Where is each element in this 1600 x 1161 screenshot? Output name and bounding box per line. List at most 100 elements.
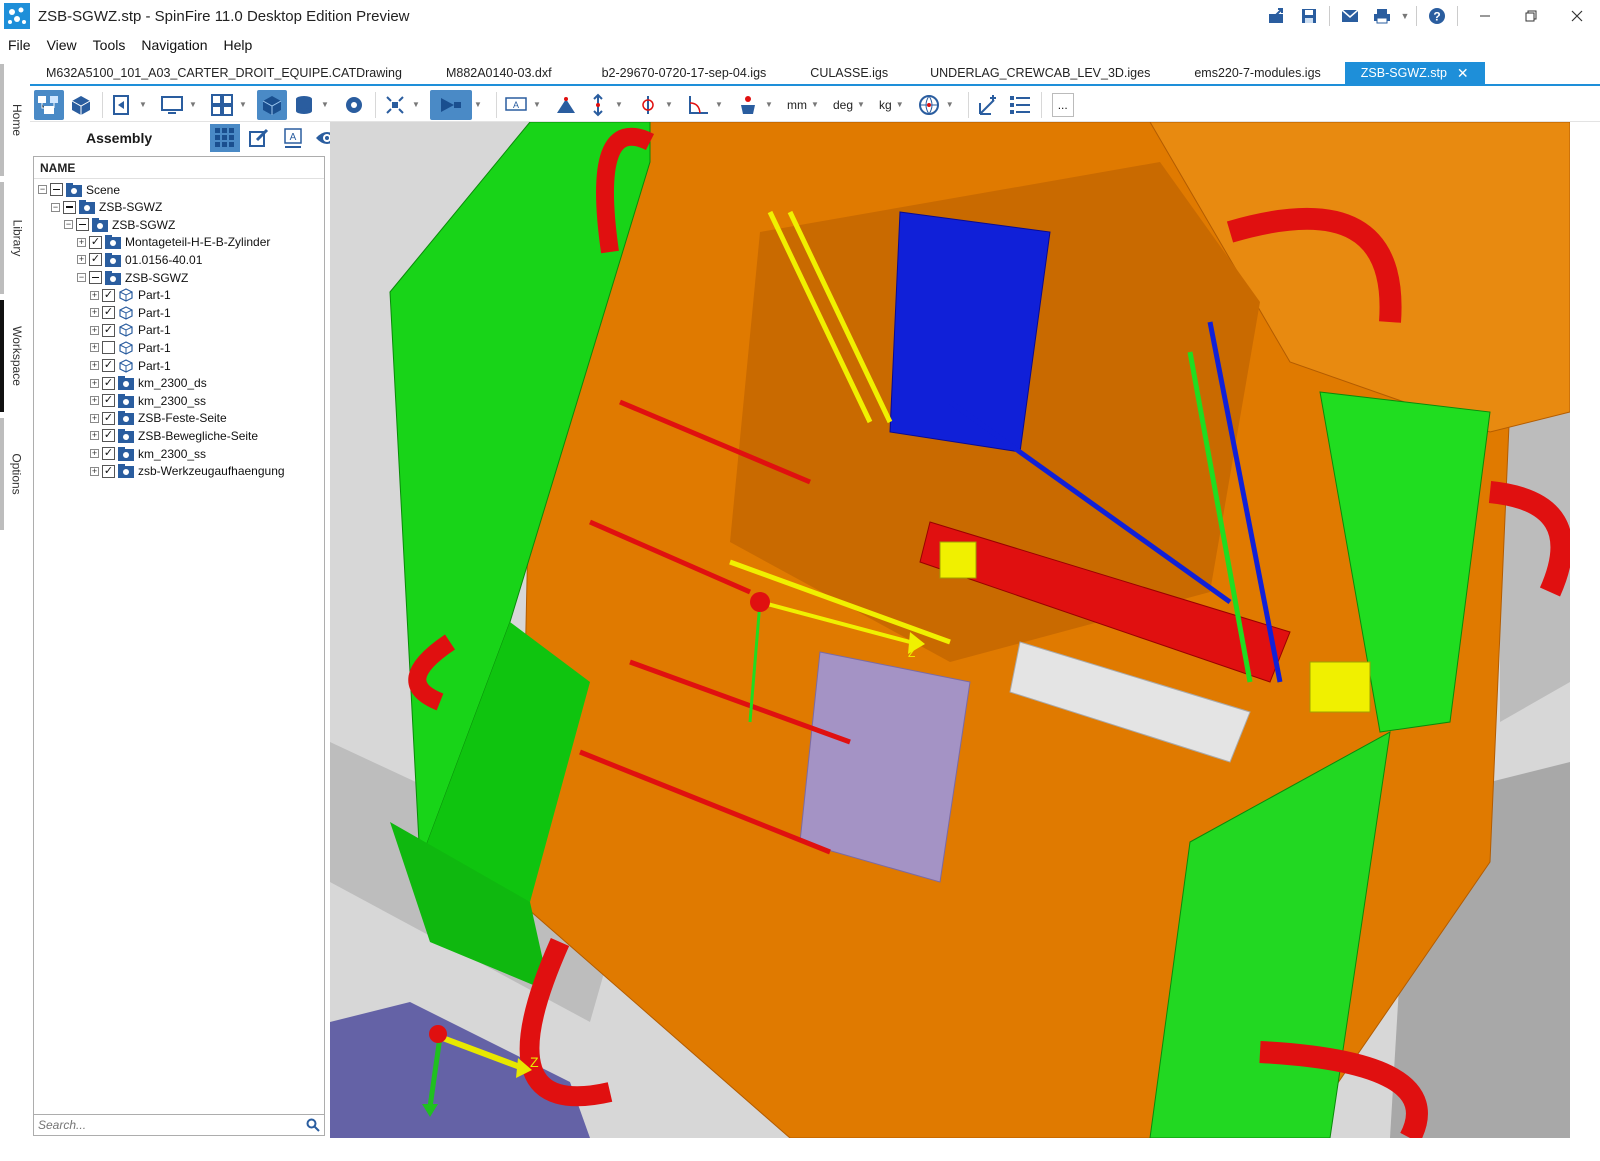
minimize-icon[interactable] <box>1462 0 1508 32</box>
grid-view-icon[interactable] <box>210 124 241 152</box>
menu-help[interactable]: Help <box>224 37 253 53</box>
doc-tab[interactable]: b2-29670-0720-17-sep-04.igs <box>580 62 789 84</box>
menu-navigation[interactable]: Navigation <box>141 37 207 53</box>
doc-tab[interactable]: ems220-7-modules.igs <box>1170 62 1344 84</box>
markup-icon[interactable]: A <box>501 90 531 120</box>
expand-icon[interactable]: + <box>90 396 99 406</box>
mass-unit[interactable]: kg <box>879 98 892 112</box>
dropdown-arrow-icon[interactable]: ▼ <box>946 100 956 109</box>
visibility-checkbox[interactable] <box>63 200 76 214</box>
dropdown-arrow-icon[interactable]: ▼ <box>412 100 422 109</box>
tree-node[interactable]: + ✓ ZSB-Bewegliche-Seite <box>90 427 258 444</box>
length-unit[interactable]: mm <box>787 98 807 112</box>
visibility-checkbox[interactable]: ✓ <box>102 447 115 460</box>
visibility-checkbox[interactable] <box>89 271 102 284</box>
visibility-checkbox[interactable]: ✓ <box>102 359 115 372</box>
collapse-icon[interactable]: − <box>38 185 47 194</box>
globe-settings-icon[interactable] <box>914 90 944 120</box>
model-render[interactable] <box>330 122 1570 1138</box>
expand-icon[interactable]: + <box>90 308 99 318</box>
side-tab-library[interactable]: Library <box>0 182 30 294</box>
doc-tab[interactable]: UNDERLAG_CREWCAB_LEV_3D.iges <box>910 62 1170 84</box>
list-view-icon[interactable] <box>1005 90 1035 120</box>
save-icon[interactable] <box>1293 0 1325 32</box>
dropdown-arrow-icon[interactable]: ▼ <box>615 100 625 109</box>
expand-icon[interactable]: + <box>90 290 99 300</box>
dropdown-arrow-icon[interactable]: ▼ <box>896 100 906 109</box>
axis-add-icon[interactable] <box>973 90 1003 120</box>
tree-node[interactable]: − Scene <box>38 181 120 198</box>
layout-grid-icon[interactable] <box>207 90 237 120</box>
expand-icon[interactable]: + <box>77 237 86 247</box>
expand-icon[interactable]: + <box>90 361 99 370</box>
tree-node[interactable]: + ✓ zsb-Werkzeugaufhaengung <box>90 463 285 480</box>
help-icon[interactable]: ? <box>1421 0 1453 32</box>
dropdown-arrow-icon[interactable]: ▼ <box>239 100 249 109</box>
coordinate-measure-icon[interactable] <box>551 90 581 120</box>
database-gear-icon[interactable] <box>339 90 369 120</box>
doc-tab[interactable]: CULASSE.igs <box>788 62 910 84</box>
close-tab-icon[interactable]: ✕ <box>1457 65 1469 82</box>
column-header[interactable]: NAME <box>34 157 324 179</box>
expand-icon[interactable]: + <box>90 431 99 441</box>
tree-node[interactable]: + ✓ Part-1 <box>90 357 171 374</box>
text-label-icon[interactable]: A <box>278 124 308 152</box>
tree-node[interactable]: + Part-1 <box>90 339 171 356</box>
angle-unit[interactable]: deg <box>833 98 853 112</box>
tree-node[interactable]: − ZSB-SGWZ <box>51 199 162 216</box>
menu-tools[interactable]: Tools <box>93 37 126 53</box>
dropdown-arrow-icon[interactable]: ▼ <box>533 100 543 109</box>
visibility-checkbox[interactable]: ✓ <box>102 429 115 443</box>
doc-tab[interactable]: M632A5100_101_A03_CARTER_DROIT_EQUIPE.CA… <box>30 62 418 84</box>
camera-view-button[interactable] <box>430 89 472 120</box>
tree-node[interactable]: + ✓ ZSB-Feste-Seite <box>90 410 227 427</box>
angle-measure-icon[interactable] <box>683 90 713 120</box>
cylinder-icon[interactable] <box>289 90 319 120</box>
side-tab-home[interactable]: Home <box>0 64 30 176</box>
tree-node[interactable]: + ✓ Part-1 <box>90 322 171 339</box>
dropdown-arrow-icon[interactable]: ▼ <box>715 100 725 109</box>
tree-node[interactable]: + ✓ Montageteil-H-E-B-Zylinder <box>77 234 270 251</box>
tree-node[interactable]: + ✓ 01.0156-40.01 <box>77 251 202 268</box>
visibility-checkbox[interactable]: ✓ <box>102 306 115 320</box>
expand-icon[interactable]: + <box>90 413 99 423</box>
collapse-icon[interactable]: − <box>51 202 60 212</box>
tree-node[interactable]: − ZSB-SGWZ <box>77 269 188 286</box>
monitor-icon[interactable] <box>157 90 187 120</box>
more-tools-button[interactable]: ... <box>1051 92 1074 117</box>
visibility-checkbox[interactable]: ✓ <box>102 323 115 337</box>
edit-icon[interactable] <box>244 124 274 152</box>
email-icon[interactable] <box>1334 0 1366 32</box>
distance-measure-icon[interactable] <box>583 90 613 120</box>
expand-icon[interactable]: + <box>77 255 86 265</box>
dropdown-arrow-icon[interactable]: ▼ <box>857 100 867 109</box>
menu-file[interactable]: File <box>8 37 31 53</box>
3d-viewport[interactable]: Z Z <box>330 122 1570 1138</box>
dropdown-arrow-icon[interactable]: ▼ <box>474 100 484 109</box>
tree-node[interactable]: + ✓ Part-1 <box>90 304 171 321</box>
open-file-icon[interactable] <box>107 90 137 120</box>
visibility-checkbox[interactable] <box>102 341 115 355</box>
tree-node[interactable]: + ✓ km_2300_ss <box>90 392 206 409</box>
shaded-view-button[interactable] <box>257 89 287 120</box>
dropdown-arrow-icon[interactable]: ▼ <box>665 100 675 109</box>
print-icon[interactable] <box>1366 0 1398 32</box>
part-cube-icon[interactable] <box>66 90 96 120</box>
close-icon[interactable] <box>1554 0 1600 32</box>
doc-tab[interactable]: M882A0140-03.dxf <box>418 62 580 84</box>
visibility-checkbox[interactable]: ✓ <box>102 464 115 478</box>
tree-node[interactable]: + ✓ km_2300_ss <box>90 445 206 462</box>
visibility-checkbox[interactable]: ✓ <box>102 376 115 390</box>
visibility-checkbox[interactable]: ✓ <box>102 394 115 408</box>
dropdown-arrow-icon[interactable]: ▼ <box>811 100 821 109</box>
visibility-checkbox[interactable]: ✓ <box>89 235 102 249</box>
search-input[interactable] <box>38 1118 298 1132</box>
expand-icon[interactable]: + <box>90 343 99 353</box>
expand-icon[interactable]: + <box>90 378 99 388</box>
mass-properties-icon[interactable] <box>733 90 763 120</box>
menu-view[interactable]: View <box>47 37 77 53</box>
dropdown-arrow-icon[interactable]: ▼ <box>189 100 199 109</box>
assembly-view-button[interactable] <box>34 89 64 120</box>
visibility-checkbox[interactable]: ✓ <box>89 253 102 267</box>
side-tab-workspace[interactable]: Workspace <box>0 300 30 412</box>
